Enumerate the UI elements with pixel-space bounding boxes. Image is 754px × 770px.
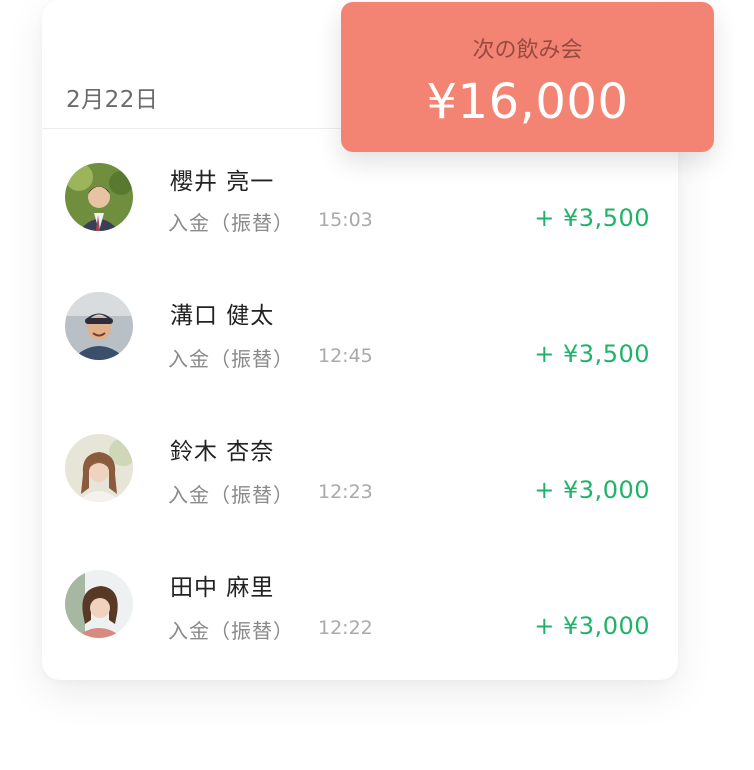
transaction-row[interactable]: 鈴木 杏奈 入金（振替） 12:23 + ¥3,000 xyxy=(0,402,754,538)
transaction-amount: + ¥3,500 xyxy=(534,340,650,368)
person-avatar-icon xyxy=(65,570,133,638)
summary-amount: ¥16,000 xyxy=(426,74,629,130)
person-avatar-icon xyxy=(65,434,133,502)
summary-label: 次の飲み会 xyxy=(472,38,583,63)
next-party-summary-card[interactable]: 次の飲み会 ¥16,000 xyxy=(341,2,714,152)
transaction-time: 12:23 xyxy=(318,481,373,503)
transaction-row[interactable]: 溝口 健太 入金（振替） 12:45 + ¥3,500 xyxy=(0,266,754,402)
person-name: 田中 麻里 xyxy=(170,575,275,601)
payment-method: 入金（振替） xyxy=(168,211,294,235)
transaction-time: 12:45 xyxy=(318,345,373,367)
person-name: 鈴木 杏奈 xyxy=(170,439,275,465)
person-name: 溝口 健太 xyxy=(170,303,275,329)
person-avatar-icon xyxy=(65,292,133,360)
payment-method: 入金（振替） xyxy=(168,483,294,507)
date-header: 2月22日 xyxy=(66,87,159,113)
transaction-amount: + ¥3,000 xyxy=(534,612,650,640)
transaction-row[interactable]: 田中 麻里 入金（振替） 12:22 + ¥3,000 xyxy=(0,538,754,674)
person-avatar-icon xyxy=(65,163,133,231)
transaction-time: 15:03 xyxy=(318,209,373,231)
transaction-amount: + ¥3,000 xyxy=(534,476,650,504)
payment-method: 入金（振替） xyxy=(168,619,294,643)
person-name: 櫻井 亮一 xyxy=(170,169,275,195)
transaction-amount: + ¥3,500 xyxy=(534,204,650,232)
transaction-time: 12:22 xyxy=(318,617,373,639)
payment-method: 入金（振替） xyxy=(168,347,294,371)
